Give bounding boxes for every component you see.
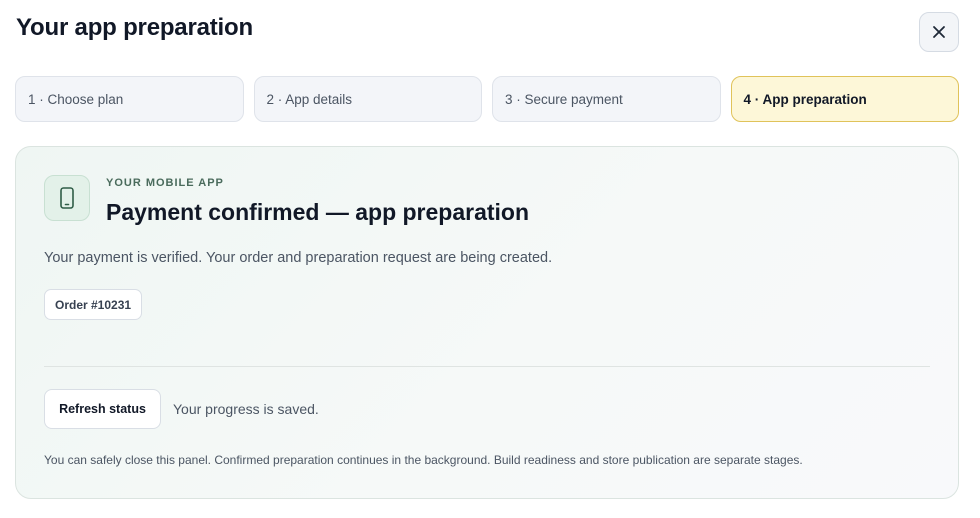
footnote: You can safely close this panel. Confirm… [44, 453, 803, 467]
page-title: Your app preparation [16, 14, 253, 41]
step-app-details[interactable]: 2 · App details [253, 76, 482, 122]
order-badge: Order #10231 [44, 289, 143, 320]
close-icon [933, 26, 945, 38]
panel-description: Your payment is verified. Your order and… [44, 250, 553, 266]
app-preparation-dialog: Your app preparation 1 · Choose plan 2 ·… [0, 0, 980, 518]
panel-title: Payment confirmed — app preparation [106, 199, 530, 225]
status-panel: YOUR MOBILE APP Payment confirmed — app … [15, 146, 959, 499]
stepper: 1 · Choose plan 2 · App details 3 · Secu… [15, 76, 959, 122]
step-label: 1 · Choose plan [28, 91, 124, 107]
step-label: 2 · App details [266, 91, 353, 107]
step-choose-plan[interactable]: 1 · Choose plan [15, 76, 244, 122]
step-label: 3 · Secure payment [505, 91, 623, 107]
refresh-status-button[interactable]: Refresh status [44, 389, 161, 429]
step-app-preparation[interactable]: 4 · App preparation [730, 76, 959, 122]
close-button[interactable] [919, 12, 959, 52]
mobile-phone-icon [44, 175, 90, 221]
step-label: 4 · App preparation [743, 91, 867, 107]
panel-eyebrow: YOUR MOBILE APP [106, 177, 224, 189]
progress-saved-note: Your progress is saved. [173, 401, 319, 417]
divider [44, 366, 930, 367]
step-secure-payment[interactable]: 3 · Secure payment [492, 76, 721, 122]
